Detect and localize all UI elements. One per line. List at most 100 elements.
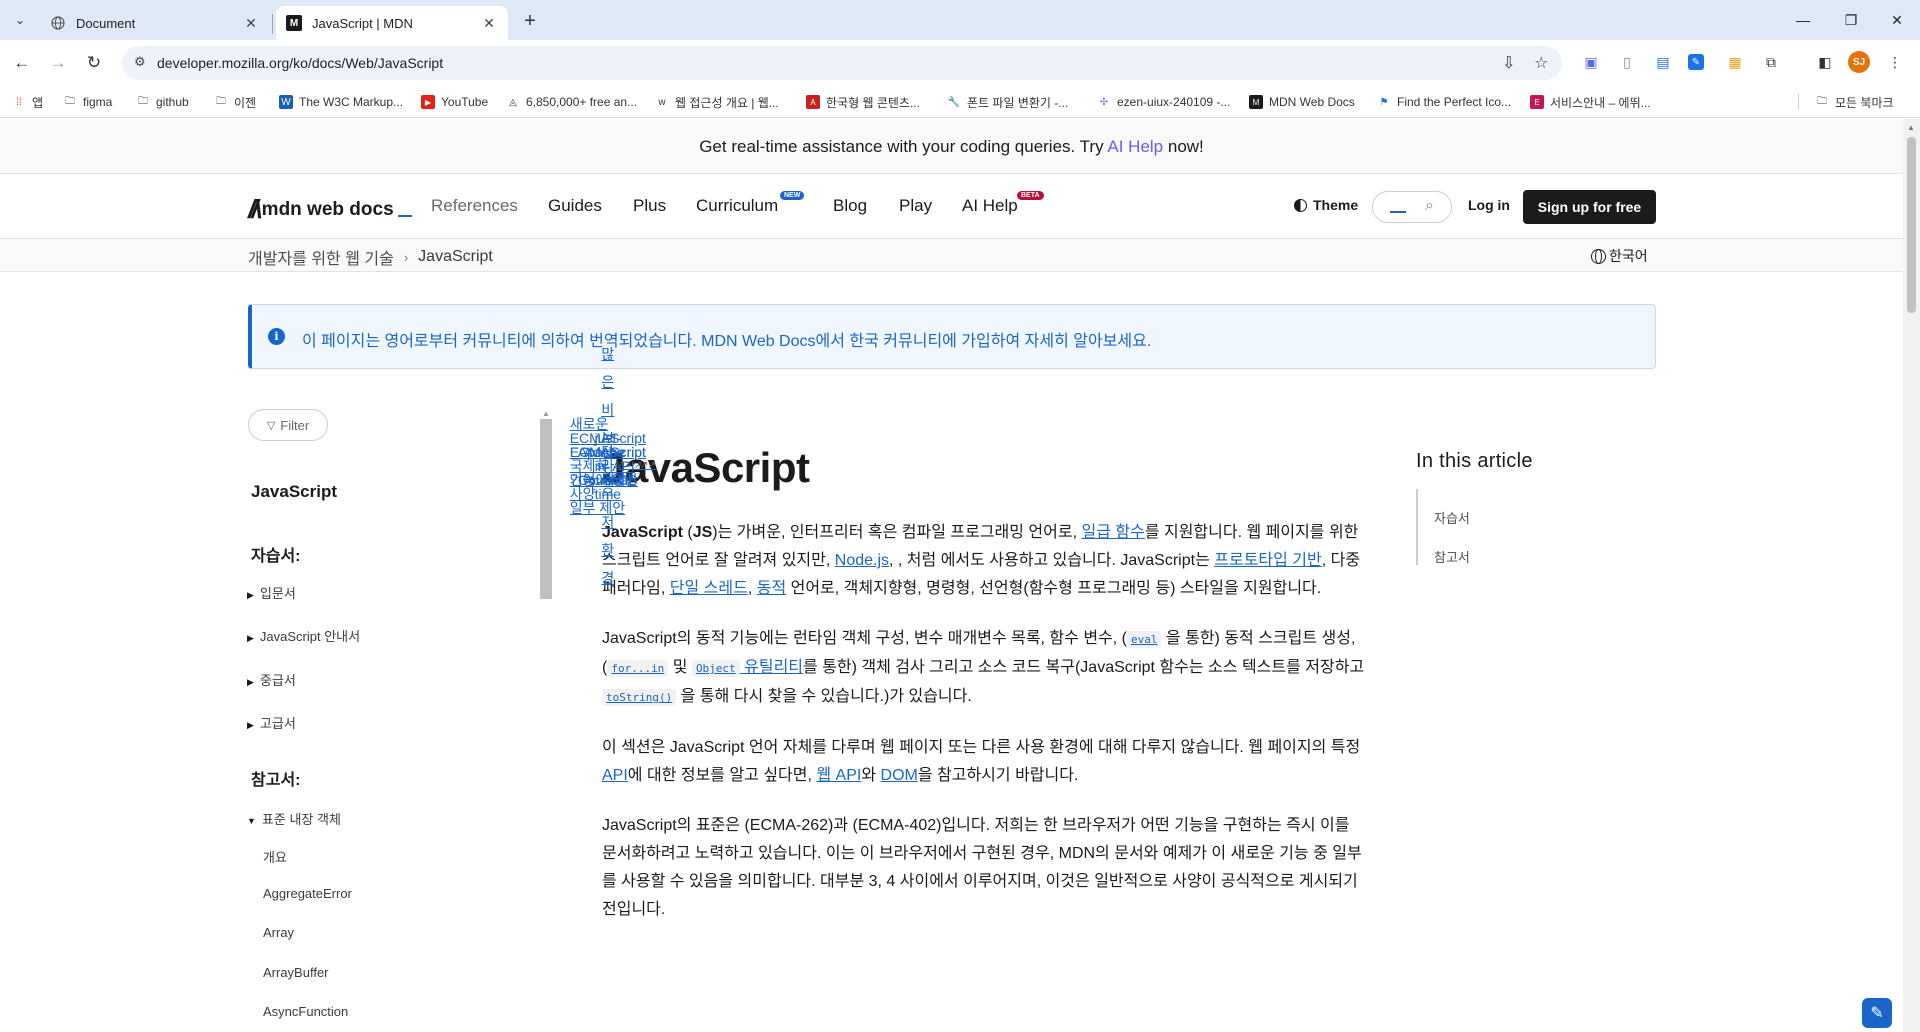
sidebar-item-advanced[interactable]: ▶ 고급서	[247, 713, 296, 732]
bookmark-star-icon[interactable]: ☆	[1534, 53, 1548, 73]
more-menu-icon[interactable]: ⋮	[1884, 51, 1906, 73]
link-tostring[interactable]: toString()	[602, 688, 677, 706]
edit-assistant-button[interactable]: ✎	[1862, 998, 1892, 1028]
sidebar-item-guide[interactable]: ▶ JavaScript 안내서	[247, 626, 360, 645]
bookmark-folder-figma[interactable]: 🗀 figma	[63, 92, 112, 112]
login-link[interactable]: Log in	[1468, 197, 1510, 213]
link-first-class-function[interactable]: 일급 함수	[1081, 524, 1144, 541]
bookmark-mdn[interactable]: M MDN Web Docs	[1249, 92, 1355, 112]
link-single-thread[interactable]: 단일 스레드	[670, 580, 748, 597]
tab-document[interactable]: Document ✕	[40, 6, 270, 40]
link-api[interactable]: API	[602, 767, 628, 784]
extension-icon[interactable]: ▣	[1580, 51, 1602, 73]
toc-item-tutorials[interactable]: 자습서	[1434, 508, 1470, 527]
sidebar-item-intermediate[interactable]: ▶ 중급서	[247, 670, 296, 689]
nav-guides[interactable]: Guides	[548, 196, 602, 216]
sidebar-item-beginner[interactable]: ▶ 입문서	[247, 583, 296, 602]
link-utilities[interactable]: 유틸리티	[740, 659, 803, 676]
link-nodejs[interactable]: Node.js	[835, 552, 889, 569]
bookmark-font-converter[interactable]: 🔧 폰트 파일 변환기 -...	[947, 92, 1069, 112]
tab-search-button[interactable]: ⌄	[8, 8, 32, 32]
scroll-up-icon[interactable]: ▲	[1907, 123, 1915, 132]
forward-button[interactable]: →	[46, 51, 70, 75]
notice-text[interactable]: 이 페이지는 영어로부터 커뮤니티에 의하여 번역되었습니다. MDN Web …	[302, 327, 1151, 351]
side-panel-icon[interactable]: ◧	[1814, 51, 1836, 73]
minimize-button[interactable]: —	[1780, 0, 1826, 40]
link-object[interactable]: Object	[691, 659, 740, 677]
profile-avatar[interactable]: SJ	[1848, 51, 1870, 73]
sidebar-item-builtins[interactable]: ▼ 표준 내장 객체	[247, 809, 341, 828]
bookmark-folder-github[interactable]: 🗀 github	[136, 92, 189, 112]
bookmark-w3c[interactable]: W The W3C Markup...	[279, 92, 403, 112]
nav-ai-help[interactable]: AI Help BETA	[962, 191, 1044, 216]
sidebar-scroll-up-icon[interactable]: ▲	[542, 409, 550, 418]
sidebar-item-overview[interactable]: 개요	[263, 847, 287, 866]
extension-icon[interactable]: ▤	[1652, 51, 1674, 73]
extension-icon[interactable]: ✎	[1688, 54, 1704, 70]
extension-icon[interactable]: ▦	[1724, 51, 1746, 73]
scrollbar-thumb[interactable]	[1907, 137, 1916, 313]
sidebar-filter-button[interactable]: ▽ Filter	[248, 409, 328, 441]
bookmark-label: github	[156, 95, 189, 109]
nav-references[interactable]: References	[431, 196, 518, 216]
bookmark-kwcag[interactable]: A 한국형 웹 콘텐츠...	[806, 92, 920, 112]
reload-button[interactable]: ↻	[82, 51, 106, 75]
new-tab-button[interactable]: +	[518, 10, 542, 34]
link-for-in[interactable]: for...in	[607, 659, 669, 677]
link-prototype-based[interactable]: 프로토타입 기반	[1214, 552, 1322, 569]
bookmark-apps[interactable]: ⁞⁞ 앱	[12, 92, 43, 112]
extension-icon[interactable]: ▯	[1616, 51, 1638, 73]
link-stages[interactable]: 단계	[601, 444, 624, 488]
bookmark-ezen-figma[interactable]: ✣ ezen-uiux-240109 -...	[1097, 92, 1231, 112]
nav-play[interactable]: Play	[899, 196, 932, 216]
page-scrollbar[interactable]: ▲	[1903, 119, 1920, 1032]
all-bookmarks-button[interactable]: 🗀 모든 북마크	[1815, 92, 1894, 112]
link-eval[interactable]: eval	[1126, 630, 1162, 648]
search-input[interactable]: ⌕	[1372, 191, 1452, 223]
bookmark-youtube[interactable]: ▶ YouTube	[421, 92, 488, 112]
bookmark-find-icon[interactable]: ⚑ Find the Perfect Ico...	[1377, 92, 1512, 112]
link-dynamic[interactable]: 동적	[757, 580, 786, 597]
site-info-icon[interactable]: ⚙	[134, 54, 146, 70]
close-icon[interactable]: ✕	[480, 15, 498, 32]
tab-mdn-javascript[interactable]: M JavaScript | MDN ✕	[276, 6, 508, 40]
bookmark-web-accessibility[interactable]: w 웹 접근성 개요 | 웹...	[655, 92, 778, 112]
address-bar[interactable]: ⚙ developer.mozilla.org/ko/docs/Web/Java…	[122, 46, 1562, 80]
sidebar-title[interactable]: JavaScript	[251, 482, 337, 502]
mdn-logo[interactable]: //\ mdn web docs	[248, 194, 412, 225]
bookmark-folder-ezen[interactable]: 🗀 이젠	[214, 92, 256, 112]
bookmark-label: YouTube	[441, 95, 489, 109]
restore-button[interactable]: ❐	[1828, 0, 1874, 40]
sidebar-item-asyncfunction[interactable]: AsyncFunction	[263, 1004, 348, 1019]
sidebar-item-arraybuffer[interactable]: ArrayBuffer	[263, 965, 329, 980]
tab-title: Document	[76, 15, 136, 31]
banner-text: Get real-time assistance with your codin…	[699, 137, 1108, 156]
apps-grid-icon: ⁞⁞	[16, 96, 22, 108]
bookmark-service[interactable]: E 서비스안내 – 에뛰...	[1530, 92, 1651, 112]
ai-help-link[interactable]: AI Help	[1107, 137, 1163, 156]
breadcrumb-javascript[interactable]: JavaScript	[418, 248, 493, 266]
language-label: 한국어	[1609, 248, 1648, 264]
sidebar-scrollbar[interactable]	[540, 419, 552, 599]
nav-plus[interactable]: Plus	[633, 196, 666, 216]
close-window-button[interactable]: ✕	[1874, 0, 1920, 40]
link-dom[interactable]: DOM	[881, 767, 918, 784]
breadcrumb-web-tech[interactable]: 개발자를 위한 웹 기술	[248, 245, 394, 269]
sidebar-item-aggregateerror[interactable]: AggregateError	[263, 886, 352, 901]
extensions-puzzle-icon[interactable]: ⧉	[1760, 51, 1782, 73]
language-switcher[interactable]: 한국어	[1591, 246, 1648, 266]
theme-button[interactable]: Theme	[1294, 197, 1358, 213]
link-web-api[interactable]: 웹 API	[816, 767, 861, 784]
install-app-icon[interactable]: ⇩	[1502, 53, 1515, 73]
nav-curriculum[interactable]: Curriculum NEW	[696, 191, 805, 216]
nav-blog[interactable]: Blog	[833, 196, 867, 216]
w3c-icon: W	[279, 95, 293, 109]
toc-item-reference[interactable]: 참고서	[1434, 547, 1470, 566]
bookmark-free-icons[interactable]: ◬ 6,850,000+ free an...	[506, 92, 637, 112]
sidebar-item-array[interactable]: Array	[263, 925, 294, 940]
signup-button[interactable]: Sign up for free	[1523, 190, 1656, 224]
back-button[interactable]: ←	[10, 51, 34, 75]
close-icon[interactable]: ✕	[242, 15, 260, 32]
sidebar-item-label: 중급서	[259, 673, 296, 688]
url-text[interactable]: developer.mozilla.org/ko/docs/Web/JavaSc…	[157, 55, 443, 71]
